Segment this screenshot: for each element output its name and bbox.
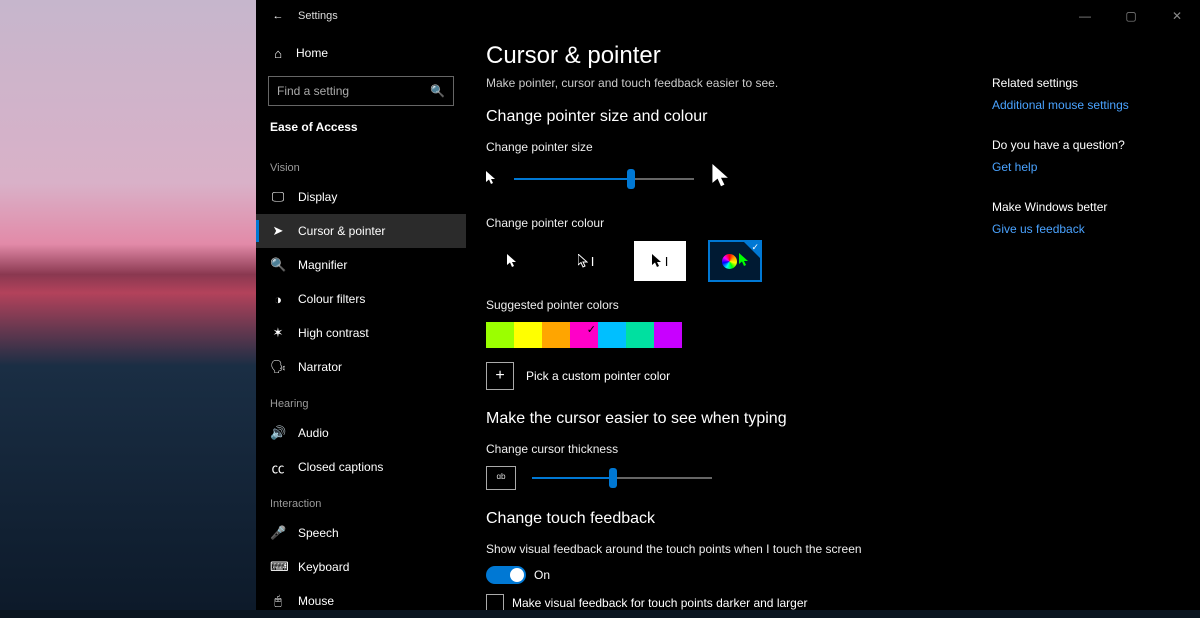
colour-swatch[interactable] — [598, 322, 626, 348]
search-placeholder: Find a setting — [277, 84, 349, 98]
category-heading: Ease of Access — [256, 114, 466, 148]
main-panel: Cursor & pointer Make pointer, cursor an… — [466, 32, 992, 610]
question-head: Do you have a question? — [992, 138, 1182, 152]
section-cursor-typing: Make the cursor easier to see when typin… — [486, 410, 972, 428]
colour-wheel-icon — [722, 254, 737, 269]
close-button[interactable]: ✕ — [1154, 0, 1200, 32]
feedback-head: Make Windows better — [992, 200, 1182, 214]
nav-label: Audio — [298, 426, 329, 440]
pointer-colour-white[interactable] — [486, 241, 538, 281]
pointer-size-slider[interactable] — [514, 169, 694, 189]
settings-window: ← Settings — ▢ ✕ ⌂ Home Find a setting 🔍… — [256, 0, 1200, 610]
colour-swatch[interactable] — [486, 322, 514, 348]
colour-swatch[interactable] — [542, 322, 570, 348]
search-icon: 🔍 — [430, 84, 445, 98]
search-input[interactable]: Find a setting 🔍 — [268, 76, 454, 106]
nav-label: Magnifier — [298, 258, 347, 272]
sidebar-group-label: Hearing — [256, 384, 466, 416]
pick-custom-colour-button[interactable]: + — [486, 362, 514, 390]
pointer-size-label: Change pointer size — [486, 140, 972, 154]
nav-icon: 🔍 — [270, 257, 286, 273]
touch-feedback-toggle[interactable] — [486, 566, 526, 584]
section-size-colour: Change pointer size and colour — [486, 108, 972, 126]
nav-icon: 🎤 — [270, 525, 286, 541]
nav-label: High contrast — [298, 326, 369, 340]
nav-icon: ◑ — [270, 292, 286, 307]
sidebar-item-audio[interactable]: 🔊 Audio — [256, 416, 466, 450]
nav-label: Mouse — [298, 594, 334, 608]
nav-icon: 🗣 — [270, 359, 286, 375]
sidebar-group-label: Interaction — [256, 484, 466, 516]
colour-swatch[interactable] — [514, 322, 542, 348]
sidebar-group-label: Vision — [256, 148, 466, 180]
sidebar-item-narrator[interactable]: 🗣 Narrator — [256, 350, 466, 384]
section-touch-feedback: Change touch feedback — [486, 510, 972, 528]
pointer-colour-custom[interactable] — [708, 240, 762, 282]
sidebar-item-display[interactable]: 🖵 Display — [256, 180, 466, 214]
home-icon: ⌂ — [270, 46, 286, 61]
cursor-thickness-preview: ᵅᵇ — [486, 466, 516, 490]
suggested-colours-label: Suggested pointer colors — [486, 298, 972, 312]
nav-icon: ➤ — [270, 223, 286, 239]
pointer-colour-black[interactable]: I — [560, 241, 612, 281]
back-button[interactable]: ← — [264, 0, 292, 32]
pointer-small-icon — [486, 171, 496, 188]
cursor-thickness-slider[interactable] — [532, 468, 712, 488]
sidebar-item-high-contrast[interactable]: ✶ High contrast — [256, 316, 466, 350]
pointer-colour-label: Change pointer colour — [486, 216, 972, 230]
related-settings-head: Related settings — [992, 76, 1182, 90]
cursor-thickness-label: Change cursor thickness — [486, 442, 972, 456]
home-label: Home — [296, 46, 328, 60]
pointer-large-icon — [712, 164, 730, 194]
nav-icon: ✶ — [270, 325, 286, 341]
maximize-button[interactable]: ▢ — [1108, 0, 1154, 32]
sidebar-item-keyboard[interactable]: ⌨ Keyboard — [256, 550, 466, 584]
home-link[interactable]: ⌂ Home — [256, 36, 466, 70]
sidebar-item-colour-filters[interactable]: ◑ Colour filters — [256, 282, 466, 316]
titlebar: ← Settings — ▢ ✕ — [256, 0, 1200, 32]
nav-icon: 🔊 — [270, 425, 286, 441]
nav-icon: 🖰 — [270, 593, 286, 609]
minimize-button[interactable]: — — [1062, 0, 1108, 32]
touch-feedback-state: On — [534, 568, 550, 582]
touch-darker-checkbox[interactable] — [486, 594, 504, 610]
sidebar-item-closed-captions[interactable]: ㏄ Closed captions — [256, 450, 466, 484]
sidebar: ⌂ Home Find a setting 🔍 Ease of Access V… — [256, 32, 466, 610]
sidebar-item-speech[interactable]: 🎤 Speech — [256, 516, 466, 550]
nav-label: Closed captions — [298, 460, 383, 474]
nav-label: Display — [298, 190, 337, 204]
nav-label: Colour filters — [298, 292, 365, 306]
nav-label: Narrator — [298, 360, 342, 374]
pick-custom-colour-label: Pick a custom pointer color — [526, 369, 670, 383]
sidebar-item-magnifier[interactable]: 🔍 Magnifier — [256, 248, 466, 282]
nav-label: Speech — [298, 526, 339, 540]
pointer-colour-options: I I — [486, 240, 972, 282]
page-title: Cursor & pointer — [486, 42, 972, 70]
touch-feedback-label: Show visual feedback around the touch po… — [486, 542, 972, 556]
sidebar-item-mouse[interactable]: 🖰 Mouse — [256, 584, 466, 618]
nav-icon: 🖵 — [270, 189, 286, 205]
nav-icon: ㏄ — [270, 458, 286, 477]
nav-label: Cursor & pointer — [298, 224, 385, 238]
right-column: Related settings Additional mouse settin… — [992, 32, 1200, 610]
nav-label: Keyboard — [298, 560, 349, 574]
additional-mouse-settings-link[interactable]: Additional mouse settings — [992, 98, 1182, 112]
colour-swatch[interactable] — [626, 322, 654, 348]
sidebar-item-cursor-pointer[interactable]: ➤ Cursor & pointer — [256, 214, 466, 248]
selected-check-icon — [744, 242, 760, 258]
colour-swatch[interactable] — [654, 322, 682, 348]
touch-darker-label: Make visual feedback for touch points da… — [512, 596, 808, 610]
pointer-colour-inverted[interactable]: I — [634, 241, 686, 281]
suggested-colours-row — [486, 322, 972, 348]
get-help-link[interactable]: Get help — [992, 160, 1182, 174]
colour-swatch[interactable] — [570, 322, 598, 348]
nav-icon: ⌨ — [270, 559, 286, 575]
window-title: Settings — [298, 10, 338, 22]
give-feedback-link[interactable]: Give us feedback — [992, 222, 1182, 236]
page-subtitle: Make pointer, cursor and touch feedback … — [486, 76, 972, 90]
